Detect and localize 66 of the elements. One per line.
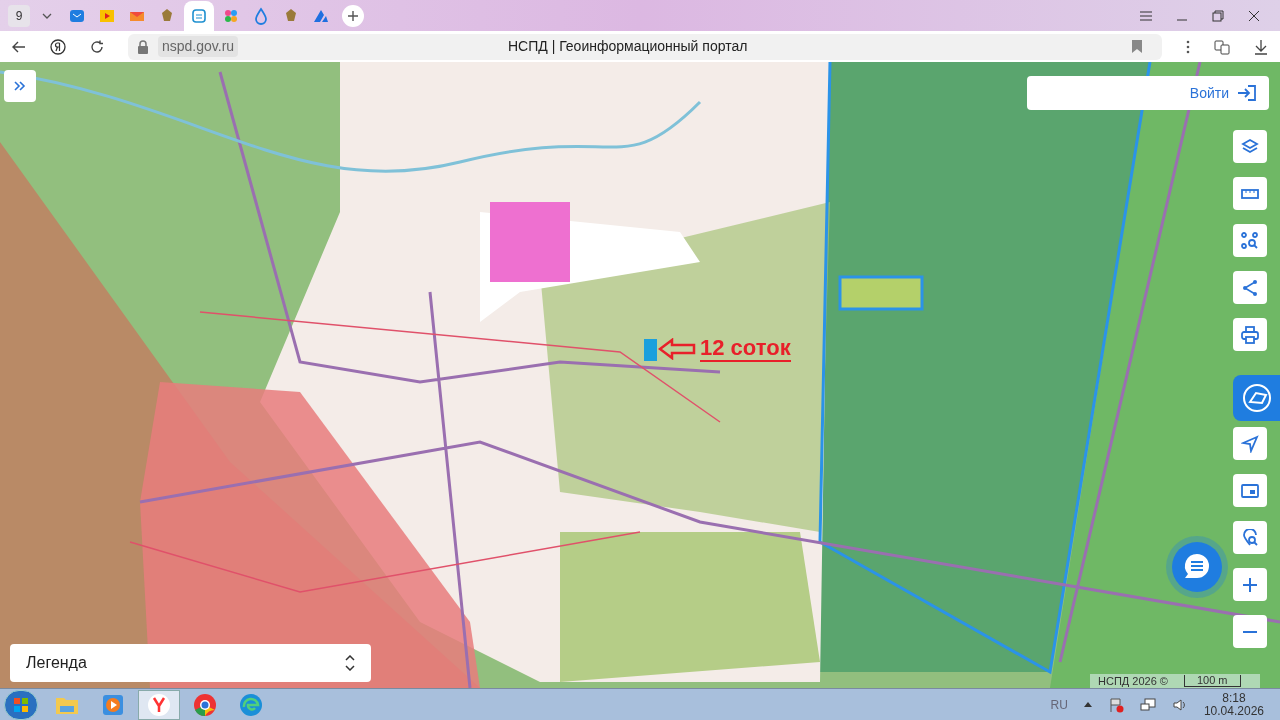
double-chevron-icon [14,81,26,91]
edge-icon [238,691,264,718]
clock-date[interactable]: 10.04.2026 [1203,704,1264,718]
legend-dropdown[interactable]: Легенда [10,644,371,682]
print-button[interactable] [1233,318,1267,351]
attribution-text: НСПД 2026 © [1098,673,1168,688]
minimap-button[interactable] [1233,474,1267,507]
more-icon[interactable] [1186,39,1190,54]
url-text: nspd.gov.ru [158,36,239,57]
location-search-button[interactable] [1233,521,1267,554]
zoom-out-button[interactable] [1233,615,1267,648]
map[interactable]: 12 соток Войти Легенда НСПД 2026 © 100 m [0,62,1280,688]
zoom-out-icon [1243,630,1257,633]
location-search-icon [1241,528,1259,547]
layers-button[interactable] [1233,130,1267,163]
arrow-icon [658,338,696,360]
ruler-button[interactable] [1233,177,1267,210]
close-icon[interactable] [1248,9,1260,22]
login-button[interactable]: Войти [1027,76,1269,110]
chevron-down-icon [42,12,52,19]
zoom-in-icon [1241,575,1259,594]
tab-counter[interactable]: 9 [8,4,30,27]
restore-icon[interactable] [1212,9,1224,22]
layers-icon [1241,137,1259,156]
taskbar-app[interactable] [138,689,180,720]
share-button[interactable] [1233,271,1267,304]
clock-time[interactable]: 8:18 [1222,691,1246,705]
start-button[interactable] [4,689,38,720]
login-icon [1237,84,1257,102]
scale-bar: 100 m [1183,675,1241,687]
sort-chevrons-icon [345,655,355,671]
flag-icon[interactable] [1107,696,1124,713]
chrome-icon [192,691,218,718]
browser-logo-icon [146,691,172,718]
zoom-in-button[interactable] [1233,568,1267,601]
share-icon [1241,278,1259,297]
page-title: НСПД | Геоинформационный портал [508,37,748,56]
new-tab-button[interactable] [342,4,364,27]
mapbook-tab[interactable] [1233,375,1280,421]
back-icon[interactable] [12,40,26,53]
network-icon[interactable] [1139,696,1156,713]
windows-logo-icon [13,696,29,713]
menu-icon[interactable] [1140,10,1152,21]
navigation-arrow-button[interactable] [1233,427,1267,460]
translate-icon[interactable] [1214,38,1230,55]
area-search-button[interactable] [1233,224,1267,257]
expand-panel-button[interactable] [4,70,36,102]
drop-icon [252,6,270,25]
browser-tab[interactable] [184,0,214,31]
address-bar[interactable]: nspd.gov.ru НСПД | Геоинформационный портал [128,33,1162,60]
plus-icon [348,10,358,21]
navigation-arrow-icon [1241,434,1259,453]
document-icon [190,6,208,25]
minimap-icon [1241,481,1259,500]
legend-label: Легенда [26,653,87,673]
tray-expand-icon[interactable] [1083,702,1092,707]
annotation-text: 12 соток [700,336,791,362]
reload-icon[interactable] [90,39,104,54]
lock-icon [136,38,150,55]
print-icon [1241,325,1259,344]
speaker-icon[interactable] [1171,696,1188,713]
yandex-logo-icon[interactable] [50,38,66,55]
download-icon[interactable] [1254,38,1268,55]
bookmark-icon[interactable] [1132,40,1142,53]
area-search-icon [1241,231,1259,250]
map-book-icon [1241,383,1272,413]
